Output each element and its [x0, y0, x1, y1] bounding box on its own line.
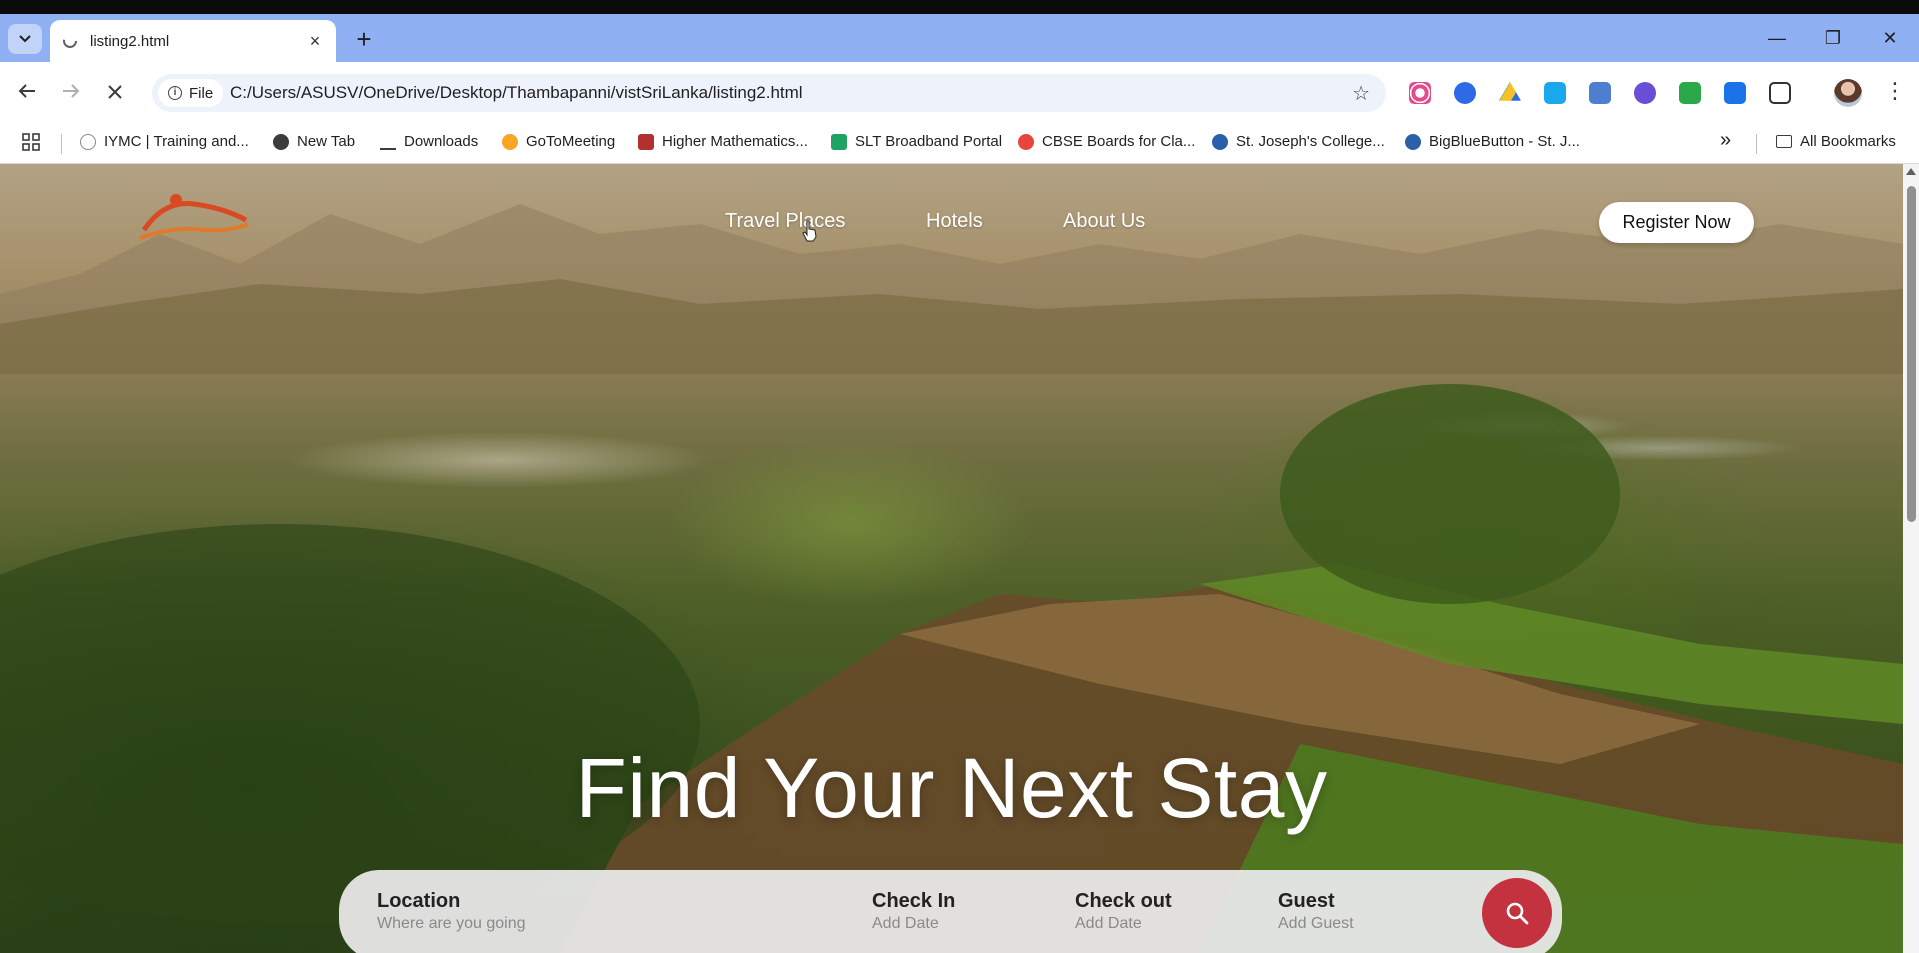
bookmark-label: Higher Mathematics...: [662, 133, 808, 150]
bookmark-label: BigBlueButton - St. J...: [1429, 133, 1580, 150]
chevron-down-icon: [19, 35, 31, 43]
new-tab-button[interactable]: +: [350, 26, 378, 54]
bookmark-label: CBSE Boards for Cla...: [1042, 133, 1196, 150]
search-button[interactable]: [1482, 878, 1552, 948]
window-titlebar: [0, 0, 1919, 14]
close-window-button[interactable]: ✕: [1867, 28, 1913, 49]
download-icon: [380, 134, 396, 150]
browser-toolbar: i File C:/Users/ASUSV/OneDrive/Desktop/T…: [0, 62, 1919, 122]
location-label: Location: [377, 890, 461, 912]
bookmark-item[interactable]: GoToMeeting: [502, 133, 615, 150]
gotomeeting-icon: [502, 133, 518, 150]
extension-icon-1[interactable]: [1409, 82, 1431, 104]
bookmark-label: New Tab: [297, 133, 356, 150]
all-bookmarks-button[interactable]: All Bookmarks: [1776, 133, 1896, 150]
search-icon: [1506, 902, 1529, 925]
extension-icon-7[interactable]: [1679, 82, 1701, 104]
bookmark-item[interactable]: IYMC | Training and...: [80, 133, 249, 150]
check-in-field[interactable]: Check In Add Date: [872, 890, 955, 933]
loading-icon: [62, 33, 78, 49]
minimize-button[interactable]: —: [1754, 28, 1800, 49]
arrow-left-icon: [18, 84, 35, 98]
site-navbar: Travel Places Hotels About Us Register N…: [0, 164, 1903, 264]
more-bookmarks-icon[interactable]: »: [1720, 129, 1731, 152]
close-tab-icon[interactable]: ×: [306, 31, 324, 52]
bookmarks-divider: [61, 134, 62, 154]
bookmark-item[interactable]: Downloads: [380, 133, 478, 150]
check-in-placeholder: Add Date: [872, 915, 939, 932]
extension-icon-5[interactable]: [1589, 82, 1611, 104]
restore-button[interactable]: ❐: [1810, 28, 1856, 49]
hero-section: Travel Places Hotels About Us Register N…: [0, 164, 1903, 953]
location-placeholder: Where are you going: [377, 915, 526, 932]
bookmark-item[interactable]: Higher Mathematics...: [638, 133, 808, 150]
guest-label: Guest: [1278, 890, 1335, 912]
nav-travel-places[interactable]: Travel Places: [725, 210, 845, 233]
hand-cursor-icon: [802, 220, 817, 242]
bookmark-star-icon[interactable]: ☆: [1352, 81, 1370, 106]
location-field[interactable]: Location Where are you going: [377, 890, 526, 933]
nav-about-us[interactable]: About Us: [1063, 210, 1145, 233]
bookmarks-bar: IYMC | Training and... New Tab Downloads…: [0, 122, 1919, 164]
close-icon: [108, 85, 122, 99]
page-scrollbar[interactable]: [1903, 164, 1919, 953]
forward-button[interactable]: [56, 77, 86, 107]
download-extension-icon[interactable]: [1724, 82, 1746, 104]
apps-grid-icon[interactable]: [22, 133, 40, 151]
folder-icon: [1776, 135, 1792, 148]
bookmark-item[interactable]: SLT Broadband Portal: [831, 133, 1002, 150]
bookmark-item[interactable]: St. Joseph's College...: [1212, 133, 1385, 150]
bookmark-item[interactable]: New Tab: [273, 133, 355, 150]
arrow-right-icon: [63, 84, 80, 98]
profile-avatar[interactable]: [1834, 79, 1862, 107]
bookmark-item[interactable]: CBSE Boards for Cla...: [1018, 133, 1195, 150]
booking-search-bar: Location Where are you going Check In Ad…: [339, 870, 1562, 953]
info-icon: i: [168, 86, 182, 100]
globe-icon: [273, 133, 289, 150]
iymc-icon: [80, 133, 96, 150]
menu-kebab-icon[interactable]: ⋮: [1884, 78, 1906, 104]
tab-strip: listing2.html × + — ❐ ✕: [0, 14, 1919, 62]
address-text[interactable]: C:/Users/ASUSV/OneDrive/Desktop/Thambapa…: [230, 83, 803, 103]
back-button[interactable]: [12, 77, 42, 107]
pdf-icon: [638, 133, 654, 150]
tab-title: listing2.html: [90, 32, 170, 50]
address-bar[interactable]: i File C:/Users/ASUSV/OneDrive/Desktop/T…: [152, 74, 1386, 112]
site-info-chip[interactable]: i File: [158, 79, 224, 107]
bookmark-item[interactable]: BigBlueButton - St. J...: [1405, 133, 1580, 150]
guest-field[interactable]: Guest Add Guest: [1278, 890, 1354, 933]
bookmark-label: SLT Broadband Portal: [855, 133, 1003, 150]
hero-title: Find Your Next Stay: [575, 741, 1328, 835]
bookmarks-divider: [1756, 134, 1757, 154]
nav-hotels[interactable]: Hotels: [926, 210, 983, 233]
bigbluebutton-icon: [1405, 133, 1421, 150]
scroll-up-icon[interactable]: [1906, 168, 1916, 175]
site-info-label: File: [189, 84, 214, 102]
guest-placeholder: Add Guest: [1278, 915, 1354, 932]
check-out-field[interactable]: Check out Add Date: [1075, 890, 1172, 933]
stop-loading-button[interactable]: [100, 77, 130, 107]
drive-extension-icon[interactable]: [1499, 82, 1521, 101]
zoom-extension-icon[interactable]: [1454, 82, 1476, 104]
bookmark-label: GoToMeeting: [526, 133, 616, 150]
browser-tab[interactable]: listing2.html ×: [50, 20, 336, 62]
check-out-label: Check out: [1075, 890, 1172, 912]
tiktok-icon: [1018, 133, 1034, 150]
bookmark-label: St. Joseph's College...: [1236, 133, 1385, 150]
slt-icon: [831, 133, 847, 150]
scrollbar-thumb[interactable]: [1907, 186, 1916, 522]
extension-icon-6[interactable]: [1634, 82, 1656, 104]
bookmark-label: Downloads: [404, 133, 479, 150]
bigbluebutton-icon: [1212, 133, 1228, 150]
all-bookmarks-label: All Bookmarks: [1800, 133, 1896, 150]
puzzle-extensions-icon[interactable]: [1769, 82, 1791, 104]
bookmark-label: IYMC | Training and...: [104, 133, 249, 150]
tab-search-button[interactable]: [8, 24, 42, 54]
check-in-label: Check In: [872, 890, 956, 912]
check-out-placeholder: Add Date: [1075, 915, 1142, 932]
register-now-button[interactable]: Register Now: [1599, 202, 1754, 243]
thambapanni-logo[interactable]: [134, 190, 254, 246]
vimeo-extension-icon[interactable]: [1544, 82, 1566, 104]
